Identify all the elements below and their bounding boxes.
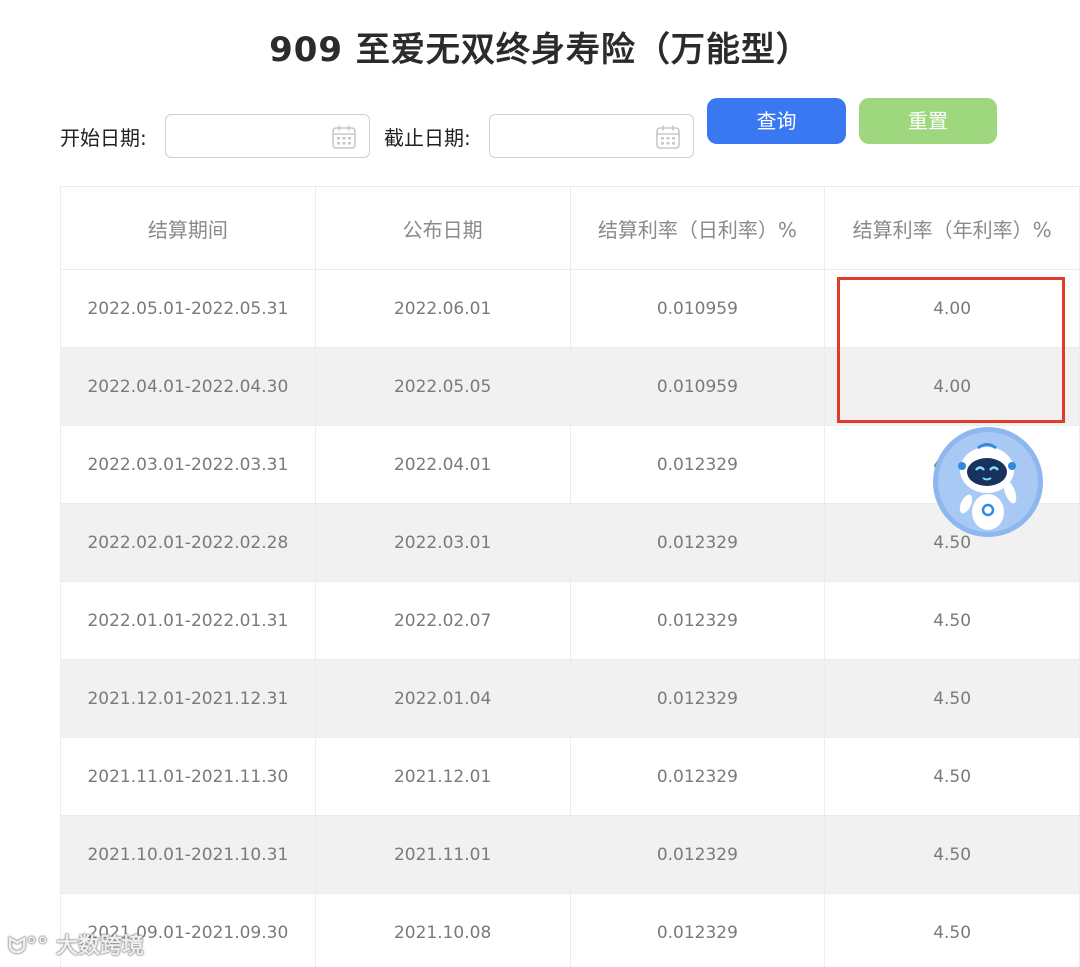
table-header-row: 结算期间 公布日期 结算利率（日利率）% 结算利率（年利率）% <box>60 186 1080 270</box>
rate-table: 结算期间 公布日期 结算利率（日利率）% 结算利率（年利率）% 2022.05.… <box>60 186 1080 967</box>
cell-period: 2022.05.01-2022.05.31 <box>60 269 316 348</box>
table-row: 2022.02.01-2022.02.28 2022.03.01 0.01232… <box>60 503 1080 582</box>
header-settlement-period: 结算期间 <box>60 186 316 270</box>
header-publish-date: 公布日期 <box>314 186 571 270</box>
cell-annual-rate: 4.50 <box>824 581 1080 660</box>
cell-publish-date: 2021.10.08 <box>314 893 571 967</box>
watermark-logo-icon: ᗢ°° <box>8 934 49 959</box>
watermark-text: 大数跨境 <box>55 934 144 959</box>
start-date-input[interactable] <box>176 123 330 151</box>
header-daily-rate: 结算利率（日利率）% <box>569 186 826 270</box>
table-row: 2022.03.01-2022.03.31 2022.04.01 0.01232… <box>60 425 1080 504</box>
table-row: 2021.09.01-2021.09.30 2021.10.08 0.01232… <box>60 893 1080 967</box>
end-date-input[interactable] <box>500 123 654 151</box>
cell-period: 2022.01.01-2022.01.31 <box>60 581 316 660</box>
cell-annual-rate: 4.00 <box>824 269 1080 348</box>
cell-publish-date: 2022.03.01 <box>314 503 571 582</box>
cell-daily-rate: 0.012329 <box>569 893 826 967</box>
cell-annual-rate: 4.50 <box>824 737 1080 816</box>
cell-daily-rate: 0.012329 <box>569 815 826 894</box>
end-date-label: 截止日期: <box>384 126 471 150</box>
cell-publish-date: 2022.04.01 <box>314 425 571 504</box>
reset-button[interactable]: 重置 <box>859 98 997 144</box>
cell-annual-rate: 4.50 <box>824 893 1080 967</box>
watermark: ᗢ°° 大数跨境 <box>8 928 144 960</box>
cell-daily-rate: 0.012329 <box>569 659 826 738</box>
end-date-field[interactable] <box>489 114 694 158</box>
calendar-icon[interactable] <box>655 124 681 150</box>
table-row: 2021.11.01-2021.11.30 2021.12.01 0.01232… <box>60 737 1080 816</box>
page: 909 至爱无双终身寿险（万能型） 开始日期: 截止日期: 查询 重置 结算期间… <box>0 0 1080 967</box>
cell-period: 2022.03.01-2022.03.31 <box>60 425 316 504</box>
start-date-label: 开始日期: <box>60 126 147 150</box>
calendar-icon[interactable] <box>331 124 357 150</box>
cell-period: 2021.10.01-2021.10.31 <box>60 815 316 894</box>
cell-publish-date: 2021.11.01 <box>314 815 571 894</box>
cell-publish-date: 2022.01.04 <box>314 659 571 738</box>
cell-publish-date: 2021.12.01 <box>314 737 571 816</box>
table-row: 2022.01.01-2022.01.31 2022.02.07 0.01232… <box>60 581 1080 660</box>
cell-period: 2021.11.01-2021.11.30 <box>60 737 316 816</box>
cell-daily-rate: 0.012329 <box>569 737 826 816</box>
cell-annual-rate: 4.50 <box>824 659 1080 738</box>
table-row: 2021.10.01-2021.10.31 2021.11.01 0.01232… <box>60 815 1080 894</box>
robot-assistant-icon[interactable] <box>932 426 1045 538</box>
cell-daily-rate: 0.010959 <box>569 269 826 348</box>
rate-table-container: 结算期间 公布日期 结算利率（日利率）% 结算利率（年利率）% 2022.05.… <box>60 186 1080 967</box>
table-row: 2021.12.01-2021.12.31 2022.01.04 0.01232… <box>60 659 1080 738</box>
cell-daily-rate: 0.010959 <box>569 347 826 426</box>
page-title: 909 至爱无双终身寿险（万能型） <box>269 30 811 70</box>
header-annual-rate: 结算利率（年利率）% <box>824 186 1080 270</box>
query-button[interactable]: 查询 <box>707 98 846 144</box>
cell-daily-rate: 0.012329 <box>569 425 826 504</box>
start-date-field[interactable] <box>165 114 370 158</box>
cell-daily-rate: 0.012329 <box>569 581 826 660</box>
cell-annual-rate: 4.50 <box>824 815 1080 894</box>
cell-annual-rate: 4.00 <box>824 347 1080 426</box>
cell-publish-date: 2022.02.07 <box>314 581 571 660</box>
cell-period: 2021.12.01-2021.12.31 <box>60 659 316 738</box>
cell-daily-rate: 0.012329 <box>569 503 826 582</box>
cell-period: 2022.02.01-2022.02.28 <box>60 503 316 582</box>
cell-publish-date: 2022.05.05 <box>314 347 571 426</box>
cell-period: 2022.04.01-2022.04.30 <box>60 347 316 426</box>
cell-publish-date: 2022.06.01 <box>314 269 571 348</box>
table-row: 2022.04.01-2022.04.30 2022.05.05 0.01095… <box>60 347 1080 426</box>
table-row: 2022.05.01-2022.05.31 2022.06.01 0.01095… <box>60 269 1080 348</box>
